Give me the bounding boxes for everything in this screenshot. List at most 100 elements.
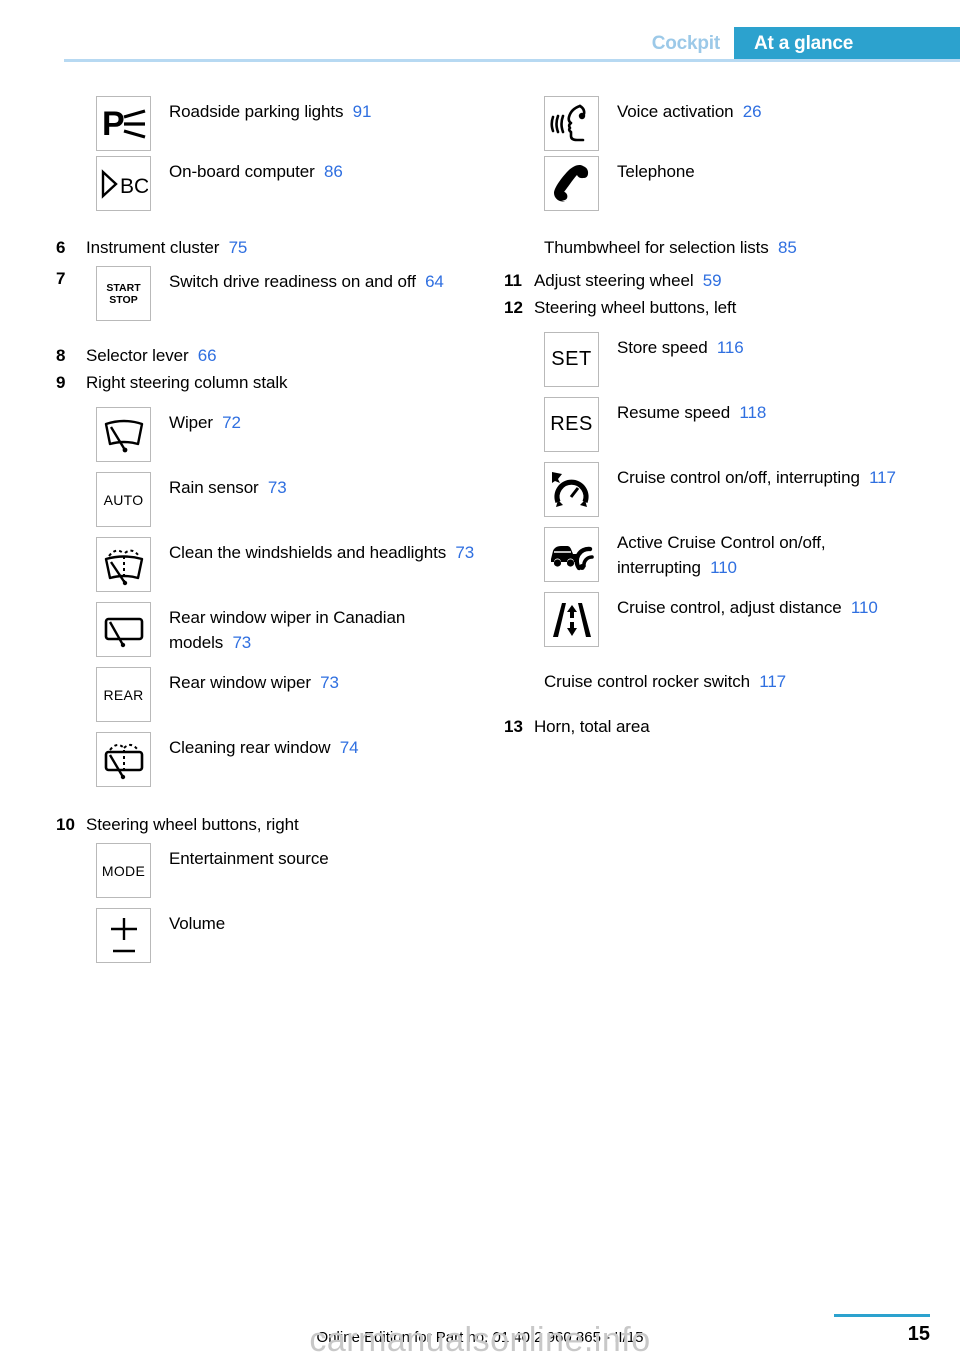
- item-label: Volume: [151, 908, 225, 936]
- item-label: Cleaning rear window 74: [151, 732, 359, 760]
- list-item: RES Resume speed 118: [504, 397, 924, 452]
- item-label: Horn, total area: [534, 714, 650, 739]
- item-number: 13: [504, 717, 523, 736]
- item-label-text: Roadside parking lights: [169, 102, 344, 121]
- rear-window-wiper-icon: REAR: [96, 667, 151, 722]
- item-label: Clean the windshields and headlights 73: [151, 537, 474, 565]
- breadcrumb-section: At a glance: [734, 27, 960, 60]
- item-label: Voice activation 26: [599, 96, 762, 124]
- item-label-text: On-board computer: [169, 162, 315, 181]
- item-label: Cruise control, adjust distance 110: [599, 592, 878, 620]
- left-column: P Roadside parking lights 91 BC On-board com…: [56, 96, 476, 963]
- icon-svg: [104, 743, 143, 779]
- page-reference[interactable]: 118: [730, 403, 766, 422]
- page-reference[interactable]: 117: [750, 672, 786, 691]
- page-reference[interactable]: 116: [708, 338, 744, 357]
- page-reference[interactable]: 64: [416, 272, 444, 291]
- icon-svg: [104, 549, 143, 585]
- item-label: On-board computer 86: [151, 156, 343, 184]
- item-label-text: Right steering column stalk: [86, 373, 288, 392]
- list-item: Volume: [56, 908, 476, 963]
- list-item: 13 Horn, total area: [504, 714, 924, 739]
- item-label: Steering wheel buttons, left: [534, 295, 736, 320]
- footer-rule: [834, 1314, 930, 1317]
- icon-text: MODE: [101, 862, 146, 879]
- watermark: carmanualsonline.info: [309, 1321, 651, 1359]
- item-label-text: Volume: [169, 914, 226, 933]
- item-label: Store speed 116: [599, 332, 744, 360]
- list-item: Cruise control, adjust distance 110: [504, 592, 924, 647]
- page-reference[interactable]: 73: [446, 543, 474, 562]
- on-board-computer-icon: BC: [96, 156, 151, 211]
- item-number: 7: [56, 269, 66, 288]
- item-label-text: Cleaning rear window: [169, 738, 331, 757]
- list-item: 6 Instrument cluster 75: [56, 235, 476, 260]
- item-label-text: Steering wheel buttons, left: [534, 298, 737, 317]
- page-reference[interactable]: 110: [842, 598, 878, 617]
- list-item: Rear window wiper in Canadian models 73: [56, 602, 476, 657]
- active-cruise-control-onoff-icon: [544, 527, 599, 582]
- item-number: 6: [56, 238, 66, 257]
- page-reference[interactable]: 73: [259, 478, 287, 497]
- page-reference[interactable]: 86: [315, 162, 343, 181]
- item-label: Instrument cluster 75: [86, 235, 247, 260]
- page-reference[interactable]: 110: [701, 558, 737, 577]
- item-label: Wiper 72: [151, 407, 241, 435]
- item-label: Thumbwheel for selection lists 85: [544, 235, 797, 260]
- cruise-control-onoff-icon: [544, 462, 599, 517]
- item-label-text: Selector lever: [86, 346, 189, 365]
- icon-text: SET: [551, 348, 592, 370]
- list-item: Cleaning rear window 74: [56, 732, 476, 787]
- icon-svg: [553, 164, 588, 201]
- res-icon: RES: [544, 397, 599, 452]
- header-rule: [64, 59, 960, 62]
- list-item: Active Cruise Control on/off, interrupti…: [504, 527, 924, 582]
- item-label: Selector lever 66: [86, 343, 217, 368]
- item-label: Steering wheel buttons, right: [86, 812, 299, 837]
- header-breadcrumb-bar: Cockpit At a glance: [651, 27, 960, 60]
- page-reference[interactable]: 75: [219, 238, 248, 257]
- list-item: Voice activation 26: [504, 96, 924, 151]
- icon-text: RES: [550, 413, 593, 435]
- item-label-text: Wiper: [169, 413, 213, 432]
- item-label-text: Horn, total area: [534, 717, 650, 736]
- list-item: REAR Rear window wiper 73: [56, 667, 476, 722]
- telephone-icon: [544, 156, 599, 211]
- clean-windshield-headlights-icon: [96, 537, 151, 592]
- item-label: Adjust steering wheel 59: [534, 268, 722, 293]
- breadcrumb-chapter: Cockpit: [651, 27, 734, 60]
- page-reference[interactable]: 74: [330, 738, 359, 757]
- parking-lights-icon: P: [96, 96, 151, 151]
- page-reference[interactable]: 91: [343, 102, 372, 121]
- page-reference[interactable]: 85: [769, 238, 797, 257]
- item-number: 9: [56, 373, 66, 392]
- list-item: 7 START STOP Switch drive readiness on and …: [56, 266, 476, 321]
- item-label-text: Entertainment source: [169, 849, 329, 868]
- item-label-text: Rain sensor: [169, 478, 259, 497]
- item-label-text: Rear window wiper in Canadian models: [169, 608, 406, 652]
- list-item: 8 Selector lever 66: [56, 343, 476, 368]
- item-label-text: Switch drive readiness on and off: [169, 272, 416, 291]
- right-column: Voice activation 26 Telephone Thumbwheel fo…: [504, 96, 924, 741]
- page-reference[interactable]: 117: [860, 468, 896, 487]
- page-reference[interactable]: 73: [311, 673, 339, 692]
- list-item: Telephone: [504, 156, 924, 211]
- icon-text: REAR: [103, 686, 144, 703]
- list-item: Cruise control on/off, interrupting 117: [504, 462, 924, 517]
- icon-svg: [550, 545, 594, 570]
- icon-svg: [552, 602, 591, 637]
- page-reference[interactable]: 59: [694, 271, 722, 290]
- list-item: P Roadside parking lights 91: [56, 96, 476, 151]
- item-number: 10: [56, 815, 75, 834]
- list-item: Cruise control rocker switch 117: [544, 669, 924, 694]
- list-item: BC On-board computer 86: [56, 156, 476, 211]
- list-item: SET Store speed 116: [504, 332, 924, 387]
- item-number: 12: [504, 298, 523, 317]
- page-reference[interactable]: 26: [734, 102, 762, 121]
- page-reference[interactable]: 66: [189, 346, 217, 365]
- item-label-text: Cruise control, adjust distance: [617, 598, 842, 617]
- item-number: 8: [56, 346, 66, 365]
- page-reference[interactable]: 72: [213, 413, 241, 432]
- icon-svg: [110, 917, 137, 952]
- page-reference[interactable]: 73: [223, 633, 251, 652]
